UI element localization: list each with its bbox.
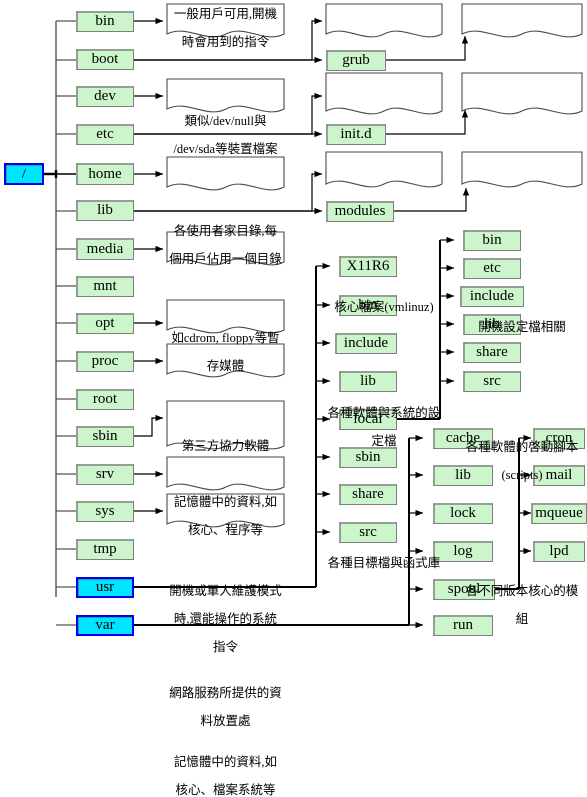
node-sys[interactable]: sys [76,501,134,522]
desc-sys: 記憶體中的資料,如 核心、檔案系統等 [173,755,278,797]
desc-home: 各使用者家目錄,每 個用戶佔用一個目錄 [169,224,282,266]
node-srv[interactable]: srv [76,464,134,485]
desc-proc: 記憶體中的資料,如 核心、程序等 [173,495,278,537]
desc-etc-conf: 各種軟體與系統的設 定檔 [327,406,441,448]
directory-tree-diagram: 一般用戶可用,開機 時會用到的指令 類似/dev/null與/dev/sda等裝置… [0,0,587,797]
desc-media: 如cdrom, floppy等暫 存媒體 [171,331,280,373]
desc-opt: 第三方協力軟體 [181,439,270,453]
node-usr-include[interactable]: include [335,333,397,354]
node-lib[interactable]: lib [76,200,134,221]
node-usr-x11r6[interactable]: X11R6 [339,256,397,277]
node-home[interactable]: home [76,163,134,185]
desc-sbin: 開機或單人維護模式 時,還能操作的系統 指令 [169,584,282,654]
node-sbin[interactable]: sbin [76,426,134,447]
node-boot-grub[interactable]: grub [326,50,386,71]
node-usr-sbin[interactable]: sbin [339,447,397,468]
node-usr-local-share[interactable]: share [463,342,521,363]
node-var[interactable]: var [76,615,134,636]
node-root-dir[interactable]: root [76,389,134,410]
node-tmp[interactable]: tmp [76,539,134,560]
desc-boot-vmlinuz: 核心檔案(vmlinuz) [334,300,434,314]
node-usr-local-etc[interactable]: etc [463,258,521,279]
desc-srv: 網路服務所提供的資 料放置處 [169,686,282,728]
node-var-spool-mqueue[interactable]: mqueue [531,503,587,524]
node-usr-share[interactable]: share [339,484,397,505]
node-dev[interactable]: dev [76,86,134,107]
node-usr-local-include[interactable]: include [460,286,524,307]
node-root[interactable]: / [4,163,44,185]
node-var-log[interactable]: log [433,541,493,562]
desc-bin: 一般用戶可用,開機 時會用到的指令 [173,7,278,49]
desc-lib-obj: 各種目標檔與函式庫 [327,556,441,570]
desc-init-d: 各種軟體的啓動腳本 (scripts) [465,440,579,482]
node-bin[interactable]: bin [76,11,134,32]
node-var-spool-lpd[interactable]: lpd [533,541,585,562]
node-proc[interactable]: proc [76,351,134,372]
node-usr-src[interactable]: src [339,522,397,543]
node-mnt[interactable]: mnt [76,276,134,297]
node-etc[interactable]: etc [76,124,134,145]
desc-dev: 類似/dev/null與/dev/sda等裝置檔案 [173,114,278,156]
node-opt[interactable]: opt [76,313,134,334]
desc-grub: 開機設定檔相關 [478,320,566,334]
node-etc-init-d[interactable]: init.d [326,124,386,145]
node-var-lock[interactable]: lock [433,503,493,524]
node-lib-modules[interactable]: modules [326,201,394,222]
node-media[interactable]: media [76,238,134,260]
desc-lib-modules: 各不同版本核心的模組 [465,584,579,626]
node-usr-local-src[interactable]: src [463,371,521,392]
node-boot[interactable]: boot [76,49,134,70]
node-usr-local-bin[interactable]: bin [463,230,521,251]
node-usr[interactable]: usr [76,577,134,598]
node-usr-lib[interactable]: lib [339,371,397,392]
